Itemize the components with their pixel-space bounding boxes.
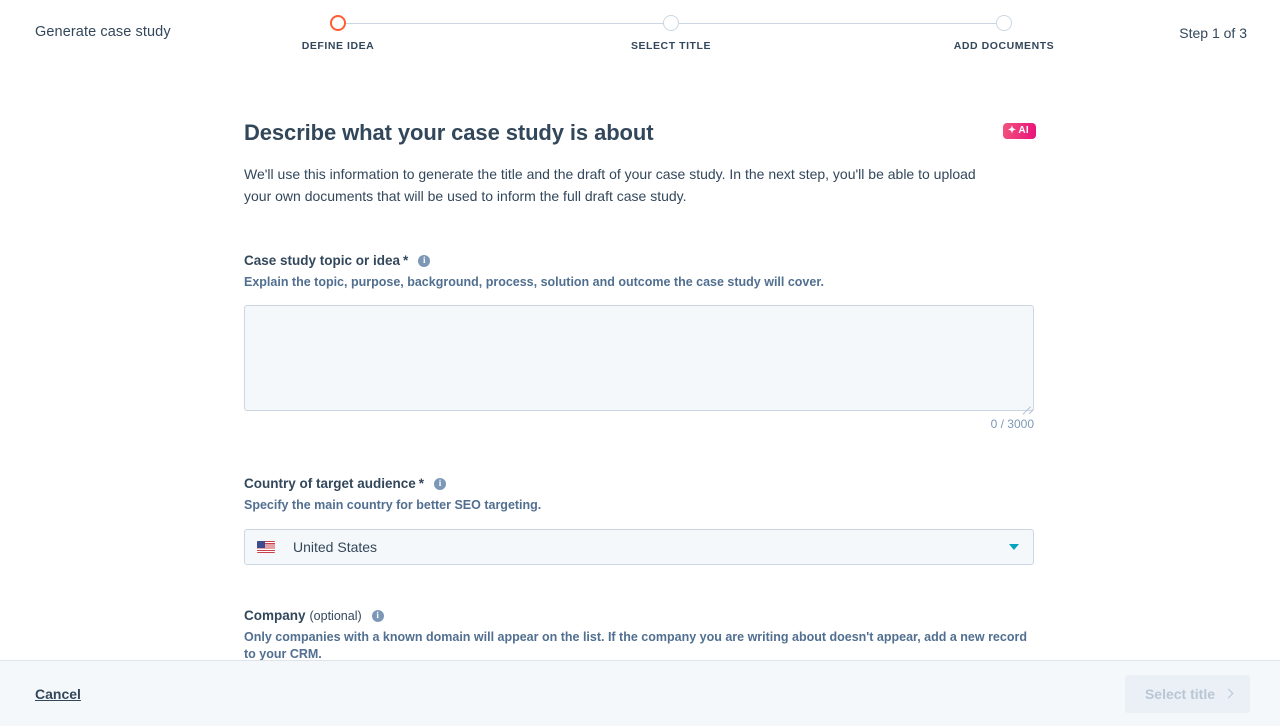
optional-marker: (optional) [310,607,362,625]
field-country: Country of target audience * Specify the… [244,475,1036,565]
step-label: SELECT TITLE [581,40,761,52]
step-circle-icon [330,15,346,31]
field-topic-help: Explain the topic, purpose, background, … [244,274,1036,291]
page-description: We'll use this information to generate t… [244,163,989,207]
info-icon[interactable] [418,255,430,267]
required-marker: * [403,252,408,270]
step-circle-icon [663,15,679,31]
field-topic-label: Case study topic or idea * [244,252,1036,270]
field-topic-label-text: Case study topic or idea [244,252,400,270]
form-container: Describe what your case study is about ✦… [244,68,1036,660]
topic-textarea[interactable] [244,305,1034,411]
country-select-value: United States [293,539,1009,555]
main-content: Describe what your case study is about ✦… [0,68,1280,660]
field-country-label-text: Country of target audience [244,475,416,493]
sparkle-icon: ✦ [1008,126,1017,136]
us-flag-icon [257,541,275,553]
info-icon[interactable] [372,610,384,622]
progress-stepper: DEFINE IDEA SELECT TITLE ADD DOCUMENTS [330,14,1012,58]
select-title-button[interactable]: Select title [1125,675,1250,713]
page-title: Describe what your case study is about [244,120,653,146]
field-topic: Case study topic or idea * Explain the t… [244,252,1036,431]
cancel-link[interactable]: Cancel [35,686,81,702]
step-circle-icon [996,15,1012,31]
field-company: Company (optional) Only companies with a… [244,607,1036,660]
top-bar: Generate case study DEFINE IDEA SELECT T… [0,0,1280,68]
chevron-right-icon [1224,689,1234,699]
app-title: Generate case study [35,24,171,40]
field-company-label: Company (optional) [244,607,1036,625]
ai-badge-label: AI [1018,126,1029,136]
select-title-button-label: Select title [1145,686,1215,702]
field-country-help: Specify the main country for better SEO … [244,497,1036,514]
chevron-down-icon[interactable] [1009,544,1019,550]
step-define-idea[interactable]: DEFINE IDEA [248,14,428,52]
field-company-label-text: Company [244,607,306,625]
step-counter: Step 1 of 3 [1179,25,1247,41]
step-label: DEFINE IDEA [248,40,428,52]
info-icon[interactable] [434,478,446,490]
footer-bar: Cancel Select title [0,660,1280,726]
required-marker: * [419,475,424,493]
field-company-help: Only companies with a known domain will … [244,629,1036,660]
country-select[interactable]: United States [244,529,1034,565]
ai-badge: ✦ AI [1003,123,1036,139]
resize-handle-icon[interactable] [1019,396,1031,408]
step-add-documents[interactable]: ADD DOCUMENTS [914,14,1094,52]
step-label: ADD DOCUMENTS [914,40,1094,52]
step-select-title[interactable]: SELECT TITLE [581,14,761,52]
headline-row: Describe what your case study is about ✦… [244,120,1036,146]
field-country-label: Country of target audience * [244,475,1036,493]
character-counter: 0 / 3000 [244,417,1034,431]
